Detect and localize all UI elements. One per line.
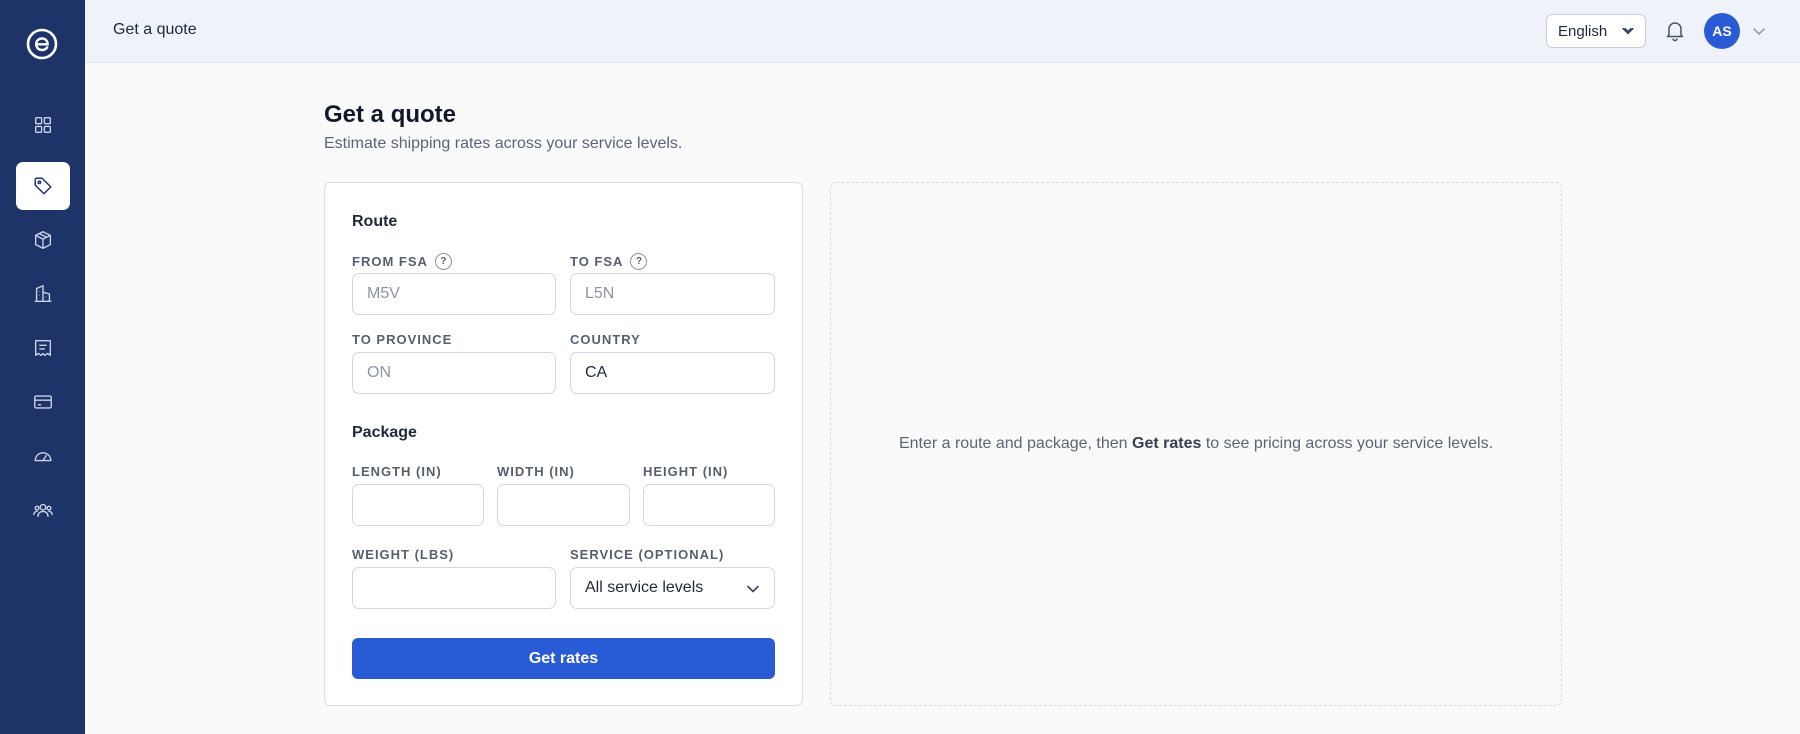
length-input[interactable]	[352, 484, 484, 526]
country-label: COUNTRY	[570, 332, 641, 347]
language-label: English	[1558, 22, 1608, 40]
results-panel: Enter a route and package, then Get rate…	[830, 182, 1562, 706]
service-select[interactable]: All service levels	[570, 567, 775, 609]
to-province-input[interactable]	[352, 352, 556, 394]
help-icon[interactable]: ?	[630, 253, 648, 270]
e-circle-logo[interactable]	[26, 28, 58, 60]
box-icon	[34, 231, 52, 249]
gauge-icon	[34, 452, 52, 462]
grid-icon	[34, 116, 52, 134]
avatar[interactable]: AS	[1704, 13, 1740, 49]
users-icon	[33, 503, 53, 518]
package-section-title: Package	[352, 424, 417, 441]
sidebar-item-dashboard[interactable]	[16, 101, 70, 149]
length-label: LENGTH (IN)	[352, 464, 442, 479]
country-input[interactable]	[570, 352, 775, 394]
chevron-down-icon[interactable]	[1751, 23, 1767, 39]
service-selected-value: All service levels	[585, 579, 704, 596]
get-rates-button[interactable]: Get rates	[352, 638, 775, 679]
height-input[interactable]	[643, 484, 775, 526]
bell-icon[interactable]	[1663, 18, 1687, 42]
page-subtitle: Estimate shipping rates across your serv…	[324, 135, 683, 152]
sidebar-item-billing[interactable]	[16, 378, 70, 426]
sidebar-item-shipments[interactable]	[16, 216, 70, 264]
sidebar	[0, 0, 85, 734]
weight-label: WEIGHT (LBS)	[352, 547, 455, 562]
service-label: SERVICE (OPTIONAL)	[570, 547, 725, 562]
to-fsa-label: TO FSA ?	[570, 253, 648, 270]
sidebar-item-invoices[interactable]	[16, 324, 70, 372]
width-input[interactable]	[497, 484, 630, 526]
from-fsa-label: FROM FSA ?	[352, 253, 452, 270]
route-section-title: Route	[352, 213, 398, 230]
receipt-icon	[34, 339, 52, 357]
sidebar-item-quote[interactable]	[16, 162, 70, 210]
tag-icon	[34, 177, 52, 195]
card-icon	[34, 395, 52, 409]
height-label: HEIGHT (IN)	[643, 464, 729, 479]
weight-input[interactable]	[352, 567, 556, 609]
help-icon[interactable]: ?	[434, 253, 452, 270]
to-province-label: TO PROVINCE	[352, 332, 453, 347]
empty-state-message: Enter a route and package, then Get rate…	[898, 435, 1494, 452]
to-fsa-input[interactable]	[570, 273, 775, 315]
building-icon	[34, 285, 52, 303]
sidebar-item-team[interactable]	[16, 486, 70, 534]
chevron-down-icon	[747, 585, 759, 593]
language-select[interactable]: English	[1546, 14, 1646, 48]
sidebar-item-locations[interactable]	[16, 270, 70, 318]
chevron-down-icon	[1622, 27, 1634, 35]
width-label: WIDTH (IN)	[497, 464, 575, 479]
breadcrumb-title: Get a quote	[113, 21, 197, 38]
sidebar-item-performance[interactable]	[16, 432, 70, 480]
empty-state-emphasis: Get rates	[1132, 435, 1202, 452]
quote-form-card: Route FROM FSA ? TO FSA ? TO PROVINCE CO…	[324, 182, 803, 706]
page-title: Get a quote	[324, 101, 457, 128]
from-fsa-input[interactable]	[352, 273, 556, 315]
top-bar: Get a quote English AS	[85, 0, 1800, 63]
